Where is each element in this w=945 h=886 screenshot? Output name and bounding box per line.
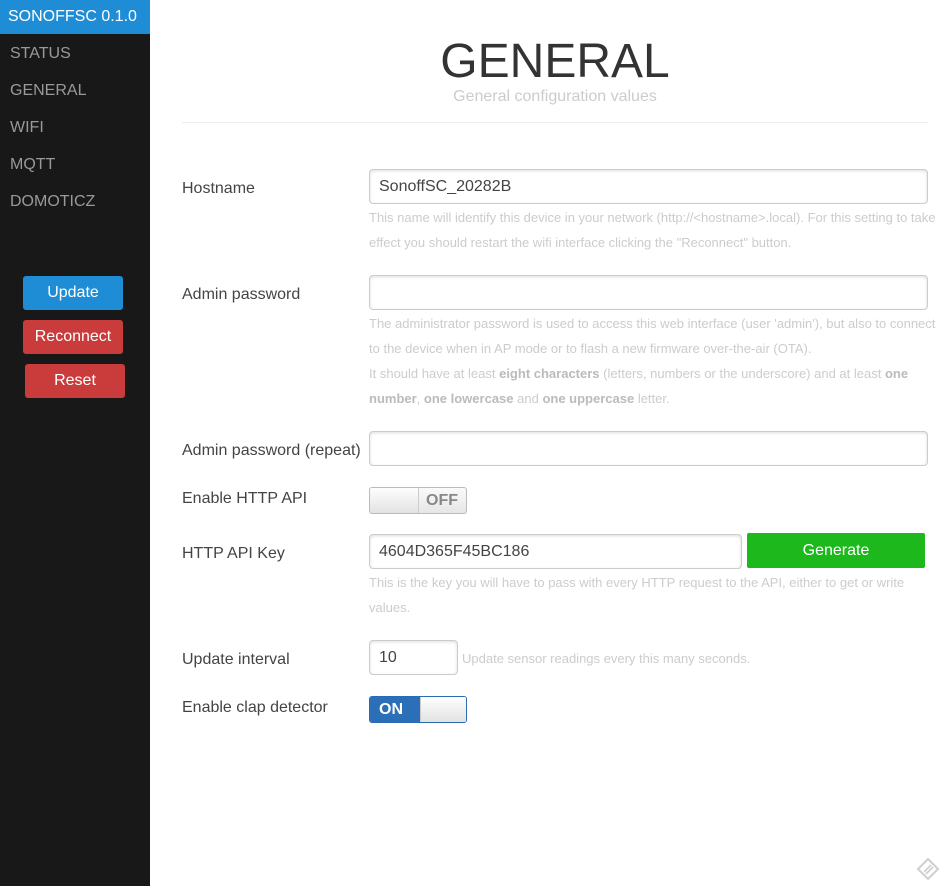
admin-password-hint-3: It should have at least eight characters… (369, 366, 909, 381)
hostname-label: Hostname (182, 180, 255, 197)
api-key-input[interactable]: 4604D365F45BC186 (369, 534, 742, 569)
admin-password-hint-1: The administrator password is used to ac… (369, 316, 936, 331)
toggle-state: OFF (426, 492, 458, 509)
sidebar: SONOFFSC 0.1.0 STATUS GENERAL WIFI MQTT … (0, 0, 150, 886)
http-api-label: Enable HTTP API (182, 490, 308, 507)
api-key-label: HTTP API Key (182, 545, 285, 562)
admin-password-label: Admin password (182, 286, 301, 303)
page-header: GENERAL General configuration values (182, 0, 928, 123)
admin-password-repeat-input[interactable] (369, 431, 928, 466)
toggle-state: ON (370, 697, 420, 722)
sidebar-item-wifi[interactable]: WIFI (0, 109, 150, 146)
update-interval-input[interactable]: 10 (369, 640, 458, 675)
brand-title[interactable]: SONOFFSC 0.1.0 (0, 0, 150, 34)
sidebar-item-domoticz[interactable]: DOMOTICZ (0, 183, 150, 220)
reconnect-button[interactable]: Reconnect (23, 320, 123, 354)
clap-detector-toggle[interactable]: ON (369, 696, 467, 723)
http-api-toggle[interactable]: OFF (369, 487, 467, 514)
sidebar-item-general[interactable]: GENERAL (0, 72, 150, 109)
sidebar-item-status[interactable]: STATUS (0, 35, 150, 72)
clap-detector-label: Enable clap detector (182, 699, 328, 716)
admin-password-input[interactable] (369, 275, 928, 310)
pencil-icon[interactable] (916, 857, 940, 881)
hostname-input[interactable]: SonoffSC_20282B (369, 169, 928, 204)
admin-password-hint-4: number, one lowercase and one uppercase … (369, 391, 670, 406)
page-subtitle: General configuration values (453, 88, 657, 105)
generate-button[interactable]: Generate (747, 533, 925, 568)
update-interval-hint: Update sensor readings every this many s… (462, 651, 751, 666)
admin-password-repeat-label: Admin password (repeat) (182, 442, 361, 459)
page-title: GENERAL (440, 35, 670, 88)
main-content: GENERAL General configuration values Hos… (150, 0, 945, 886)
api-key-hint-1: This is the key you will have to pass wi… (369, 575, 905, 590)
admin-password-hint-2: to the device when in AP mode or to flas… (369, 341, 812, 356)
sidebar-nav: STATUS GENERAL WIFI MQTT DOMOTICZ (0, 35, 150, 220)
toggle-knob (420, 697, 466, 722)
update-button[interactable]: Update (23, 276, 123, 310)
update-interval-label: Update interval (182, 651, 290, 668)
reset-button[interactable]: Reset (25, 364, 125, 398)
api-key-hint-2: values. (369, 600, 411, 615)
hostname-hint-2: effect you should restart the wifi inter… (369, 235, 792, 250)
hostname-hint-1: This name will identify this device in y… (369, 210, 936, 225)
sidebar-item-mqtt[interactable]: MQTT (0, 146, 150, 183)
toggle-knob (370, 488, 419, 513)
